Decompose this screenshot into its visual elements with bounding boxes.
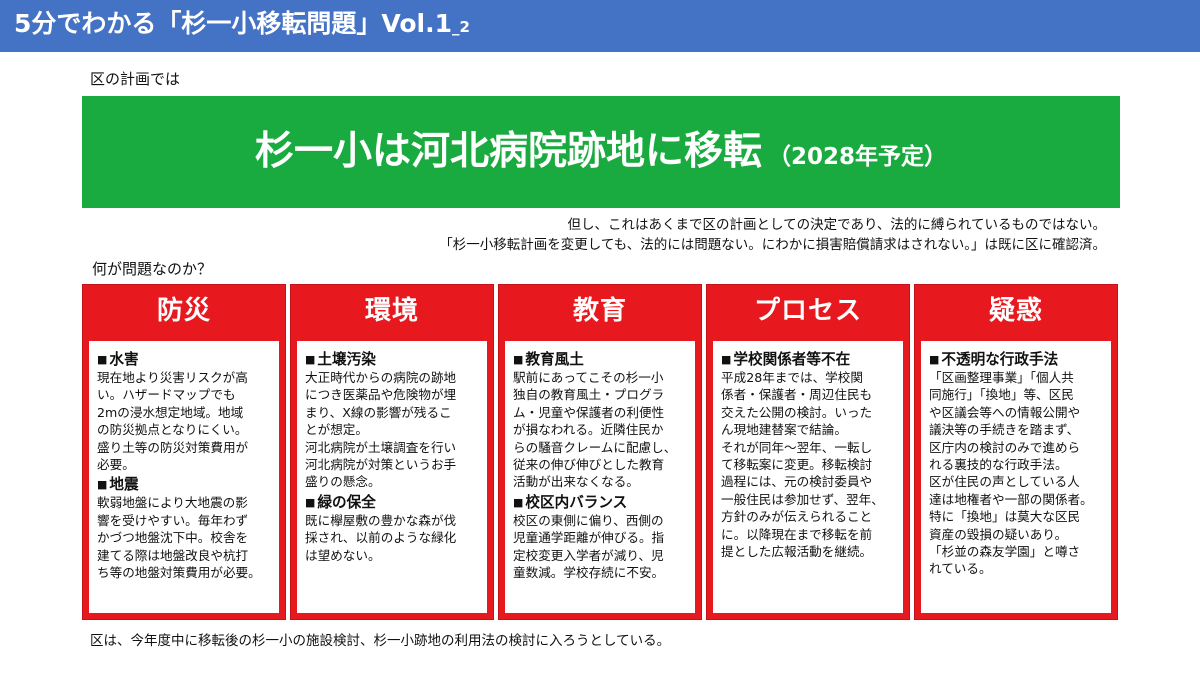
section-text: 軟弱地盤により大地震の影 響を受けやすい。毎年わず かづつ地盤沈下中。校舎を 建…	[97, 495, 261, 581]
question-text: 何が問題なのか？	[92, 260, 213, 278]
headline-main: 杉一小は河北病院跡地に移転	[254, 129, 762, 174]
note-line-2: 「杉一小移転計画を変更しても、法的には問題ない。にわかに損害賠償請求はされない。…	[439, 237, 1106, 253]
section-text: 大正時代からの病院の跡地 につき医薬品や危険物が埋 まり、X線の影響が残るこ と…	[305, 370, 457, 490]
column-disaster: 防災 ■ 水害 現在地より災害リスクが高 い。ハザードマップでも 2mの浸水想定地…	[82, 284, 286, 620]
column-environment: 環境 ■ 土壌汚染 大正時代からの病院の跡地 につき医薬品や危険物が埋 まり、X線…	[290, 284, 494, 620]
section-text: 平成28年までは、学校関 係者・保護者・周辺住民も 交えた公開の検討。いった ん…	[721, 370, 884, 560]
section-heading: ■ 土壌汚染	[305, 351, 376, 368]
column-title: プロセス	[753, 296, 862, 326]
column-body: ■ 教育風土 駅前にあってこその杉一小 独自の教育風土・プログラ ム・児童や保護者…	[505, 341, 695, 613]
section-heading: ■ 地震	[97, 476, 139, 494]
column-education: 教育 ■ 教育風土 駅前にあってこその杉一小 独自の教育風土・プログラ ム・児童や…	[498, 284, 702, 620]
footer-text: 区は、今年度中に移転後の杉一小の施設検討、杉一小跡地の利用法の検討に入ろうとして…	[90, 633, 671, 649]
section-heading: ■ 緑の保全	[305, 493, 376, 511]
column-body: ■ 不透明な行政手法 「区画整理事業」「個人共 同施行」「換地」等、区民 や区議会…	[921, 341, 1111, 613]
section-heading: ■ 水害	[97, 351, 139, 368]
column-title: 疑惑	[988, 296, 1043, 326]
slide-header: 5分でわかる「杉一小移転問題」Vol.1_2	[0, 0, 1200, 52]
note-line-1: 但し、これはあくまで区の計画としての決定であり、法的に縛られているものではない。	[567, 217, 1106, 233]
intro-text: 区の計画では	[90, 70, 181, 88]
section-text: 校区の東側に偏り、西側の 児童通学距離が伸びる。指 定校変更入学者が減り、児 童…	[513, 512, 665, 581]
section-text: 現在地より災害リスクが高 い。ハザードマップでも 2mの浸水想定地域。地域 の防…	[97, 370, 249, 473]
column-title: 環境	[364, 296, 419, 326]
column-body: ■ 学校関係者等不在 平成28年までは、学校関 係者・保護者・周辺住民も 交えた公…	[713, 341, 903, 613]
section-text: 駅前にあってこその杉一小 独自の教育風土・プログラ ム・児童や保護者の利便性 が…	[513, 370, 677, 490]
column-title: 防災	[156, 296, 211, 326]
issue-columns: 防災 ■ 水害 現在地より災害リスクが高 い。ハザードマップでも 2mの浸水想定地…	[82, 284, 1120, 620]
headline-year: （2028年予定）	[768, 144, 948, 170]
column-suspicion: 疑惑 ■ 不透明な行政手法 「区画整理事業」「個人共 同施行」「換地」等、区民 や…	[914, 284, 1118, 620]
section-heading: ■ 学校関係者等不在	[721, 351, 851, 368]
section-heading: ■ 教育風土	[513, 351, 584, 368]
column-title: 教育	[572, 296, 627, 326]
column-body: ■ 水害 現在地より災害リスクが高 い。ハザードマップでも 2mの浸水想定地域。地…	[89, 341, 279, 613]
section-text: 既に欅屋敷の豊かな森が伐 採され、以前のような緑化 は望めない。	[305, 512, 457, 563]
section-heading: ■ 校区内バランス	[513, 493, 628, 511]
section-heading: ■ 不透明な行政手法	[929, 351, 1059, 368]
headline-banner: 杉一小は河北病院跡地に移転 （2028年予定）	[82, 96, 1120, 208]
section-text: 「区画整理事業」「個人共 同施行」「換地」等、区民 や区議会等への情報公開や 議…	[929, 370, 1093, 577]
column-body: ■ 土壌汚染 大正時代からの病院の跡地 につき医薬品や危険物が埋 まり、X線の影響…	[297, 341, 487, 613]
slide-title: 5分でわかる「杉一小移転問題」Vol.1	[14, 9, 453, 38]
column-process: プロセス ■ 学校関係者等不在 平成28年までは、学校関 係者・保護者・周辺住民も…	[706, 284, 910, 620]
slide-title-subscript: _2	[452, 18, 470, 36]
